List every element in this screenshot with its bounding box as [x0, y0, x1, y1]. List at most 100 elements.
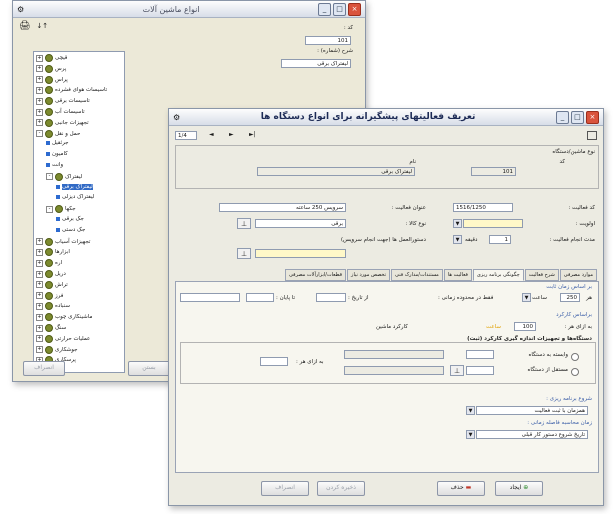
- expand-icon[interactable]: +: [36, 346, 43, 354]
- window-restore-icon[interactable]: [587, 131, 597, 140]
- device-select-field-2[interactable]: [466, 366, 494, 375]
- minimize-button[interactable]: _: [555, 110, 569, 124]
- attach-field[interactable]: [255, 249, 346, 258]
- tree-node[interactable]: - حمل و نقل: [36, 129, 80, 138]
- tree-node[interactable]: + تراش: [36, 280, 68, 289]
- tab-parts[interactable]: قطعات/ابزارآلات مصرفی: [285, 269, 347, 281]
- tree-node[interactable]: + دریل: [36, 270, 66, 278]
- sort-icon[interactable]: ↓↑: [36, 22, 48, 30]
- expand-icon[interactable]: +: [36, 86, 43, 94]
- duration-unit-dropdown[interactable]: ▼: [453, 235, 462, 244]
- tree-node[interactable]: + سنگ: [36, 324, 66, 332]
- device-browse-button[interactable]: ⊥: [450, 365, 464, 376]
- tree-node[interactable]: وانت: [46, 162, 63, 168]
- schedule-field[interactable]: همزمان با ثبت فعالیت: [476, 406, 588, 415]
- new-button[interactable]: ⊕ ایجاد: [495, 481, 543, 496]
- expand-icon[interactable]: +: [36, 324, 43, 332]
- collapse-icon[interactable]: -: [36, 130, 43, 138]
- cancel-back-button[interactable]: انصراف: [23, 361, 65, 376]
- counter-every-field[interactable]: 100: [514, 322, 536, 331]
- device-name-field[interactable]: لیفتراک برقی: [257, 167, 415, 176]
- delete-button[interactable]: ▬ حذف: [437, 481, 485, 496]
- expand-icon[interactable]: +: [36, 292, 43, 300]
- tree-node[interactable]: + ماشینکاری چوب: [36, 313, 92, 322]
- code-field[interactable]: 101: [305, 36, 351, 45]
- machine-types-tree[interactable]: + قیچی + پرس + پراس + تاسیسات هوای فشرده + تاسیسا…: [33, 51, 125, 373]
- tab-skills[interactable]: تخصص مورد نیاز: [347, 269, 391, 281]
- expand-icon[interactable]: +: [36, 281, 43, 289]
- expand-icon[interactable]: +: [36, 54, 43, 62]
- per-field[interactable]: [260, 357, 288, 366]
- expand-icon[interactable]: +: [36, 302, 43, 310]
- priority-dropdown[interactable]: ▼: [453, 219, 462, 228]
- plan-field[interactable]: تاریخ شروع دستور کار قبلی: [476, 430, 588, 439]
- next-record-icon[interactable]: ►: [229, 131, 234, 138]
- tree-node[interactable]: + تجهیزات جانبی: [36, 118, 89, 127]
- tree-node[interactable]: لیفتراک برقی: [56, 183, 93, 190]
- tab-activities[interactable]: فعالیت ها: [443, 269, 472, 281]
- expand-icon[interactable]: +: [36, 97, 43, 105]
- cancel-button[interactable]: انصراف: [261, 481, 309, 496]
- expand-icon[interactable]: +: [36, 119, 43, 127]
- tree-node[interactable]: - جکها: [46, 205, 76, 214]
- plan-dropdown[interactable]: ▼: [466, 430, 475, 439]
- tree-node[interactable]: + تاسیسات آب: [36, 108, 85, 116]
- interval-from-field[interactable]: [316, 293, 346, 302]
- close-button[interactable]: ×: [348, 2, 361, 16]
- expand-icon[interactable]: +: [36, 313, 43, 321]
- tree-node[interactable]: + تجهیزات آسیاب: [36, 237, 90, 246]
- expand-icon[interactable]: +: [36, 238, 43, 246]
- close-button[interactable]: ×: [585, 110, 599, 124]
- tree-node[interactable]: + جوشکاری: [36, 345, 78, 354]
- schedule-dropdown[interactable]: ▼: [466, 406, 475, 415]
- tree-node[interactable]: + سنباده: [36, 302, 70, 311]
- tree-node[interactable]: + فرز: [36, 291, 63, 300]
- tab-description[interactable]: شرح فعالیت: [524, 269, 559, 281]
- expand-icon[interactable]: +: [36, 108, 43, 116]
- interval-every-field[interactable]: 250: [560, 293, 580, 302]
- tree-node[interactable]: + عملیات حرارتی: [36, 334, 90, 343]
- radio-device-dependent[interactable]: [571, 353, 579, 361]
- tree-node[interactable]: + ابزارها: [36, 248, 70, 257]
- expand-icon[interactable]: +: [36, 259, 43, 267]
- tree-node[interactable]: + قیچی: [36, 54, 67, 62]
- priority-field[interactable]: [463, 219, 523, 228]
- activity-title-field[interactable]: سرویس 250 ساعته: [219, 203, 346, 212]
- duration-field[interactable]: 1: [489, 235, 511, 244]
- save-button[interactable]: ذخیره کردن: [317, 481, 365, 496]
- expand-icon[interactable]: +: [36, 335, 43, 343]
- expand-icon[interactable]: +: [36, 76, 43, 84]
- expand-icon[interactable]: +: [36, 248, 43, 256]
- radio-device-independent[interactable]: [571, 368, 579, 376]
- part-type-field[interactable]: برقی: [255, 219, 346, 228]
- preventive-titlebar[interactable]: ⚙ تعریف فعالیتهای پیشگیرانه برای انواع د…: [169, 109, 603, 126]
- expand-icon[interactable]: +: [36, 65, 43, 73]
- tree-node[interactable]: جرثقیل: [46, 140, 69, 146]
- tree-node[interactable]: جک دستی: [56, 227, 85, 233]
- tree-node[interactable]: + تاسیسات هوای فشرده: [36, 86, 107, 95]
- collapse-icon[interactable]: -: [46, 173, 53, 181]
- tree-node[interactable]: کامیون: [46, 151, 68, 157]
- maximize-button[interactable]: □: [333, 2, 346, 16]
- expand-icon[interactable]: +: [36, 270, 43, 278]
- last-record-icon[interactable]: ►|: [249, 131, 256, 138]
- tab-scheduling[interactable]: چگونگی برنامه ریزی: [472, 269, 524, 281]
- collapse-icon[interactable]: -: [46, 205, 53, 213]
- device-code-field[interactable]: 101: [471, 167, 516, 176]
- tree-node[interactable]: + پراس: [36, 75, 68, 84]
- description-field[interactable]: لیفتراک برقی: [281, 59, 351, 68]
- close-back-button[interactable]: بستن: [128, 361, 170, 376]
- tree-node[interactable]: جک برقی: [56, 216, 84, 222]
- interval-to-field[interactable]: [246, 293, 274, 302]
- tab-consumables[interactable]: موارد مصرفی: [559, 269, 597, 281]
- tree-node[interactable]: - لیفتراک: [46, 172, 82, 181]
- minimize-button[interactable]: _: [318, 2, 331, 16]
- tree-node[interactable]: + اره: [36, 259, 62, 268]
- tree-node[interactable]: + تاسیسات برقی: [36, 97, 90, 106]
- device-select-field[interactable]: [466, 350, 494, 359]
- print-icon[interactable]: 🖨: [19, 21, 30, 31]
- tree-node[interactable]: لیفتراک دیزلی: [56, 194, 94, 200]
- part-type-browse-button[interactable]: ⊥: [237, 218, 251, 229]
- attach-browse-button[interactable]: ⊥: [237, 248, 251, 259]
- prev-record-icon[interactable]: ◄: [209, 131, 214, 138]
